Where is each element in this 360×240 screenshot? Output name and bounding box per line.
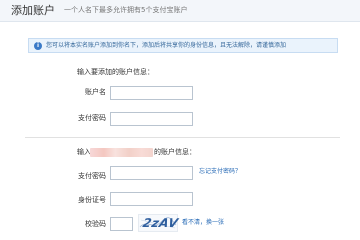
captcha-label: 校验码 xyxy=(85,220,106,228)
info-icon: i xyxy=(34,42,42,50)
add-account-heading: 输入要添加的账户信息： xyxy=(77,68,154,76)
page-header: 添加账户 一个人名下最多允许拥有5个支付宝账户 xyxy=(0,0,360,22)
current-payment-password-input[interactable] xyxy=(110,166,193,180)
id-number-input[interactable] xyxy=(110,192,193,206)
current-account-heading-prefix: 输入 xyxy=(77,148,91,156)
id-number-label: 身份证号 xyxy=(78,196,106,204)
captcha-image[interactable]: 2zAV xyxy=(138,214,180,232)
current-payment-password-label: 支付密码 xyxy=(78,172,106,180)
payment-password-input[interactable] xyxy=(110,112,193,126)
section-divider xyxy=(25,137,340,138)
account-name-input[interactable] xyxy=(110,86,193,100)
captcha-image-text: 2zAV xyxy=(141,216,180,230)
page-subtitle: 一个人名下最多允许拥有5个支付宝账户 xyxy=(64,6,188,14)
notice-banner: i 您可以将本实名账户添加到你名下，添加后将共享你的身份信息，且无法解除，请谨慎… xyxy=(28,38,338,53)
add-account-page: 添加账户 一个人名下最多允许拥有5个支付宝账户 i 您可以将本实名账户添加到你名… xyxy=(0,0,360,240)
notice-text: 您可以将本实名账户添加到你名下，添加后将共享你的身份信息，且无法解除，请谨慎添加 xyxy=(46,42,287,49)
account-name-label: 账户名 xyxy=(85,88,106,96)
current-account-heading-suffix: 的账户信息： xyxy=(154,148,196,156)
forgot-password-link[interactable]: 忘记支付密码？ xyxy=(199,168,241,176)
page-title: 添加账户 xyxy=(11,4,55,17)
obscured-account-name xyxy=(90,148,153,157)
payment-password-label: 支付密码 xyxy=(78,114,106,122)
refresh-captcha-link[interactable]: 看不清，换一张 xyxy=(182,219,224,227)
captcha-input[interactable] xyxy=(110,217,133,231)
